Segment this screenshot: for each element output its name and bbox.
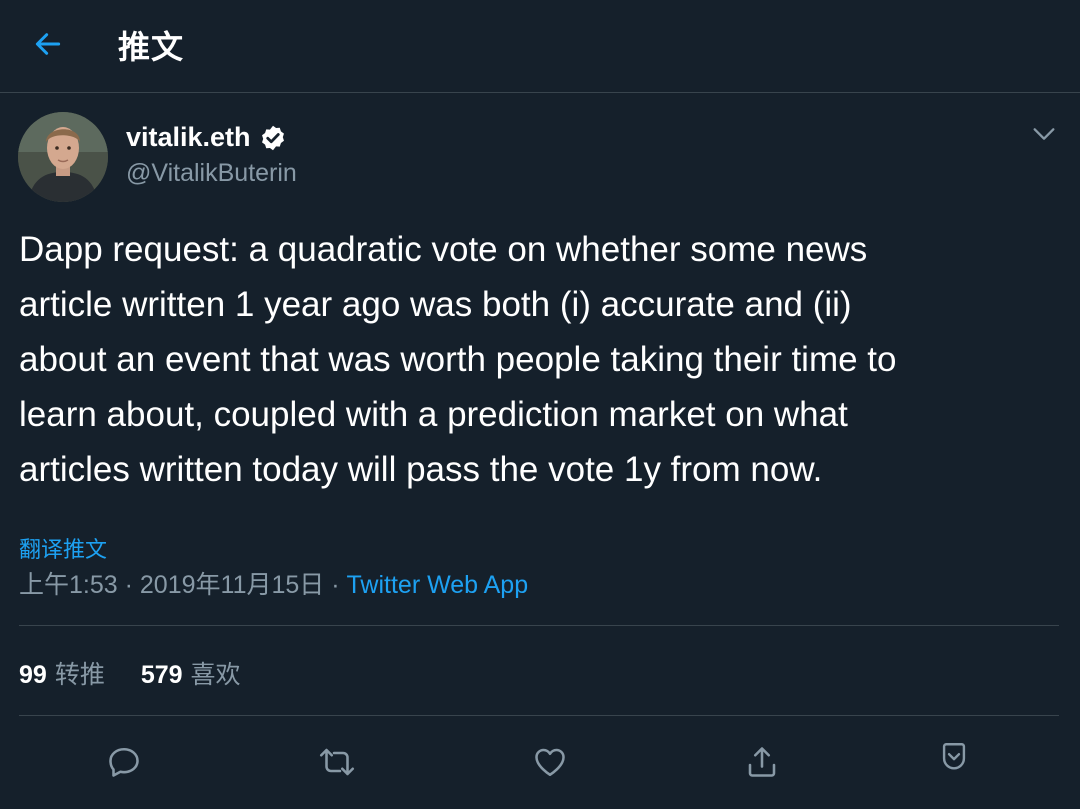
bookmark-button[interactable] bbox=[934, 737, 974, 777]
retweet-button[interactable] bbox=[317, 742, 357, 782]
tweet-source-link[interactable]: Twitter Web App bbox=[347, 571, 529, 599]
retweets-count: 99 bbox=[19, 661, 47, 689]
divider bbox=[19, 625, 1059, 626]
tweet-text: Dapp request: a quadratic vote on whethe… bbox=[19, 222, 1059, 497]
tweet-date[interactable]: 2019年11月15日 bbox=[140, 571, 324, 599]
meta-separator: · bbox=[331, 571, 340, 599]
tweet-text-line: articles written today will pass the vot… bbox=[19, 450, 823, 489]
likes-count: 579 bbox=[140, 661, 183, 689]
avatar[interactable] bbox=[18, 112, 108, 202]
likes-label: 喜欢 bbox=[190, 660, 241, 689]
retweets-label: 转推 bbox=[54, 660, 105, 689]
tweet-text-line: about an event that was worth people tak… bbox=[19, 340, 897, 379]
retweets-stat[interactable]: 99 转推 bbox=[19, 655, 105, 691]
bookmark-icon bbox=[942, 743, 966, 770]
divider bbox=[19, 715, 1059, 716]
engagement-stats: 99 转推 579 喜欢 bbox=[19, 655, 241, 691]
likes-stat[interactable]: 579 喜欢 bbox=[141, 655, 241, 691]
author-name-label: vitalik.eth bbox=[126, 122, 251, 152]
tweet-text-line: article written 1 year ago was both (i) … bbox=[19, 285, 852, 324]
more-options-button[interactable] bbox=[1030, 120, 1058, 148]
tweet-metadata: 上午1:53 · 2019年11月15日 · Twitter Web App bbox=[19, 565, 528, 601]
page-title: 推文 bbox=[118, 28, 185, 66]
tweet-text-line: learn about, coupled with a prediction m… bbox=[19, 395, 848, 434]
chevron-down-icon bbox=[1033, 128, 1055, 140]
translate-tweet-link[interactable]: 翻译推文 bbox=[19, 532, 107, 564]
tweet-text-line: Dapp request: a quadratic vote on whethe… bbox=[19, 230, 868, 269]
reply-icon bbox=[109, 747, 139, 777]
reply-button[interactable] bbox=[104, 742, 144, 782]
heart-icon bbox=[535, 748, 565, 777]
arrow-left-icon bbox=[35, 33, 61, 55]
back-button[interactable] bbox=[30, 26, 66, 62]
like-button[interactable] bbox=[530, 742, 570, 782]
retweet-icon bbox=[319, 748, 355, 776]
share-button[interactable] bbox=[742, 742, 782, 782]
author-handle[interactable]: @VitalikButerin bbox=[126, 159, 297, 188]
top-bar: 推文 bbox=[0, 0, 1080, 93]
verified-badge-icon bbox=[261, 125, 284, 150]
tweet-time[interactable]: 上午1:53 bbox=[19, 571, 118, 599]
author-name[interactable]: vitalik.eth bbox=[126, 122, 287, 153]
share-icon bbox=[748, 747, 776, 777]
meta-separator: · bbox=[124, 571, 133, 599]
